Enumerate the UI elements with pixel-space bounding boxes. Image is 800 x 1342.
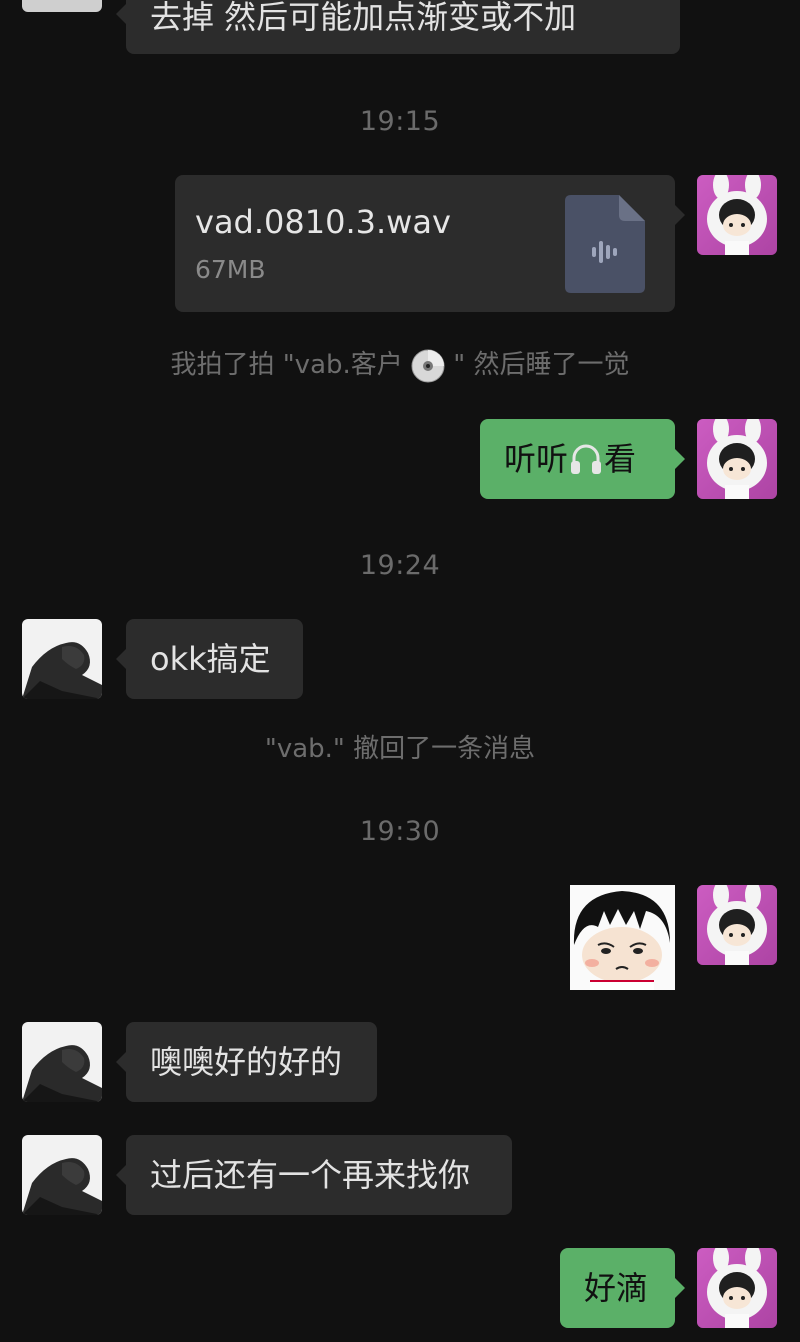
message-bubble-incoming[interactable]: 去掉 然后可能加点渐变或不加 bbox=[116, 0, 680, 54]
message-bubble-incoming[interactable]: 噢噢好的好的 bbox=[116, 1022, 377, 1102]
my-avatar[interactable] bbox=[697, 419, 777, 499]
message-text: 去掉 然后可能加点渐变或不加 bbox=[150, 0, 577, 36]
contact-avatar[interactable] bbox=[22, 0, 102, 12]
message-text: 听听 bbox=[504, 440, 569, 478]
my-avatar[interactable] bbox=[697, 175, 777, 255]
message-text: 噢噢好的好的 bbox=[150, 1043, 343, 1081]
file-size: 67MB bbox=[195, 255, 266, 284]
message-bubble-outgoing[interactable]: 好滴 bbox=[560, 1248, 685, 1328]
contact-avatar[interactable] bbox=[22, 1135, 102, 1215]
message-text: 过后还有一个再来找你 bbox=[150, 1156, 471, 1194]
contact-avatar[interactable] bbox=[22, 619, 102, 699]
file-name: vad.0810.3.wav bbox=[195, 203, 451, 241]
file-message-card[interactable]: vad.0810.3.wav 67MB bbox=[175, 175, 685, 312]
message-text-tail: 看 bbox=[604, 440, 637, 478]
message-bubble-incoming[interactable]: 过后还有一个再来找你 bbox=[116, 1135, 512, 1215]
message-bubble-incoming[interactable]: okk搞定 bbox=[116, 619, 303, 699]
message-text: okk搞定 bbox=[150, 640, 271, 678]
my-avatar[interactable] bbox=[697, 1248, 777, 1328]
pat-prefix: 我拍了拍 "vab.客户 bbox=[170, 350, 403, 380]
pat-notice: 我拍了拍 "vab.客户 " 然后睡了一觉 bbox=[0, 344, 800, 383]
headphones-emoji bbox=[571, 444, 602, 474]
maruko-sticker[interactable] bbox=[570, 885, 675, 990]
timestamp: 19:15 bbox=[359, 106, 441, 137]
message-bubble-outgoing[interactable]: 听听 看 bbox=[480, 419, 685, 499]
cd-disc-emoji bbox=[411, 349, 445, 382]
audio-file-icon bbox=[565, 195, 645, 293]
timestamp: 19:30 bbox=[359, 816, 441, 847]
contact-avatar[interactable] bbox=[22, 1022, 102, 1102]
message-text: 好滴 bbox=[584, 1269, 649, 1307]
pat-suffix: " 然后睡了一觉 bbox=[453, 350, 630, 380]
timestamp: 19:24 bbox=[359, 550, 441, 581]
my-avatar[interactable] bbox=[697, 885, 777, 965]
recall-notice: "vab." 撤回了一条消息 bbox=[264, 734, 536, 764]
